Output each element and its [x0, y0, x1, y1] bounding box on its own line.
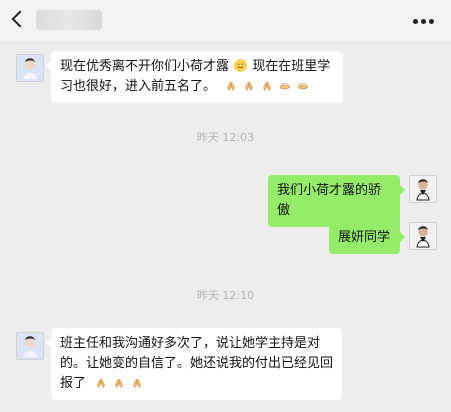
message-text: 现在优秀离不开你们小荷才露: [60, 59, 230, 74]
more-icon[interactable]: [413, 18, 437, 24]
user-avatar-icon: [410, 223, 436, 249]
chat-header: [0, 0, 451, 43]
message-bubble[interactable]: 展妍同学: [329, 222, 405, 254]
back-icon[interactable]: [11, 10, 29, 28]
timestamp: 昨天 12:10: [196, 289, 255, 302]
more-dot-icon: [413, 18, 418, 24]
message-text: 展妍同学: [338, 230, 391, 245]
smile-icon: [234, 59, 247, 72]
message-bubble[interactable]: 现在优秀离不开你们小荷才露 现在在班里学习也很好，进入前五名了。: [46, 51, 343, 103]
applause-icon: [296, 80, 310, 94]
user-avatar-icon: [17, 333, 43, 359]
more-dot-icon: [429, 18, 434, 24]
prayer-hands-icon: [242, 80, 256, 94]
user-avatar-icon: [410, 176, 436, 202]
message-bubble[interactable]: 班主任和我沟通好多次了，说让她学主持是对的。让她变的自信了。她还说我的付出已经见…: [46, 328, 342, 400]
message-bubble[interactable]: 我们小荷才露的骄傲: [268, 175, 405, 227]
avatar[interactable]: [409, 222, 437, 250]
prayer-hands-icon: [130, 377, 144, 391]
avatar[interactable]: [16, 54, 44, 82]
emoji-group: [93, 377, 145, 391]
chat-screen: 现在优秀离不开你们小荷才露 现在在班里学习也很好，进入前五名了。 昨天 12:0…: [0, 0, 451, 412]
applause-icon: [278, 80, 292, 94]
prayer-hands-icon: [112, 377, 126, 391]
avatar[interactable]: [16, 332, 44, 360]
chat-title-blurred: [36, 10, 102, 30]
emoji-group: [223, 80, 311, 94]
prayer-hands-icon: [94, 377, 108, 391]
prayer-hands-icon: [224, 80, 238, 94]
message-text: 我们小荷才露的骄傲: [277, 183, 382, 218]
avatar[interactable]: [409, 175, 437, 203]
more-dot-icon: [421, 18, 426, 24]
user-avatar-icon: [17, 55, 43, 81]
prayer-hands-icon: [260, 80, 274, 94]
timestamp: 昨天 12:03: [196, 131, 255, 144]
